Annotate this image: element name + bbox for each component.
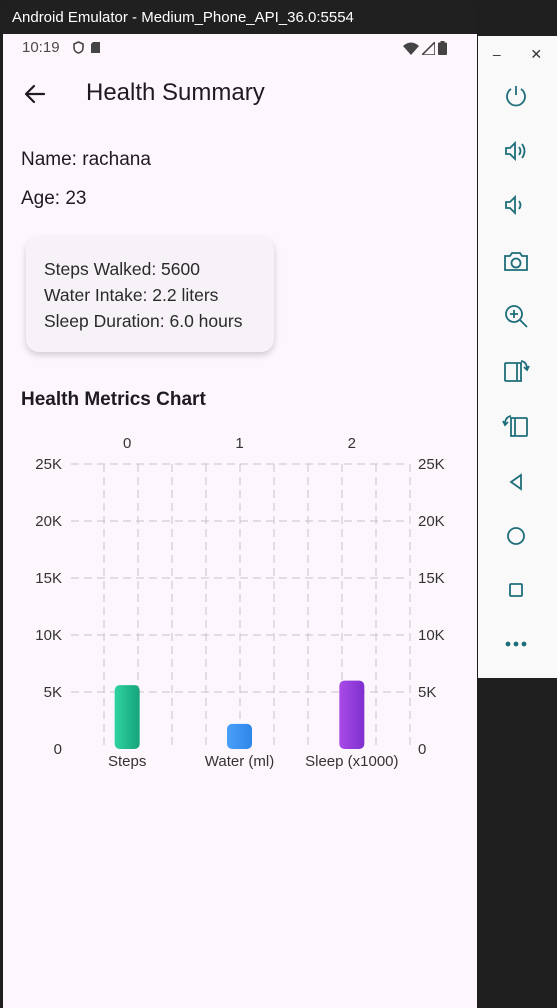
rotate-right-button[interactable]	[500, 410, 532, 442]
close-button[interactable]: ✕	[530, 46, 542, 63]
y-tick-label-left: 0	[54, 741, 62, 758]
window-title: Android Emulator - Medium_Phone_API_36.0…	[12, 8, 354, 26]
nav-overview-button[interactable]	[500, 574, 532, 606]
y-tick-label-left: 20K	[35, 513, 62, 530]
volume-up-icon	[505, 140, 526, 162]
power-button[interactable]	[500, 80, 532, 112]
emulator-sidebar: – ✕	[478, 36, 557, 678]
x-category-label: Steps	[108, 753, 146, 770]
volume-down-icon	[505, 194, 522, 216]
name-text: Name: rachana	[21, 149, 151, 170]
camera-button[interactable]	[500, 245, 532, 277]
rotate-left-icon	[504, 360, 530, 382]
x-category-label: Sleep (x1000)	[305, 753, 398, 770]
y-tick-label-left: 25K	[35, 456, 62, 473]
x-category-label: Water (ml)	[205, 753, 274, 770]
health-metrics-chart: 0 0 5K 5K 10K 10K 15K 15K 20K 20K 25K 25K 0 Steps 1 Wat…	[35, 435, 445, 770]
window-title-bar: Android Emulator - Medium_Phone_API_36.0…	[0, 0, 477, 34]
age-text: Age: 23	[21, 188, 87, 209]
home-icon	[507, 527, 525, 545]
bar	[114, 685, 140, 749]
more-icon	[505, 641, 527, 647]
chart-title: Health Metrics Chart	[21, 389, 206, 410]
top-axis-label: 1	[235, 435, 243, 452]
back-icon	[509, 473, 522, 491]
minimize-button[interactable]: –	[493, 46, 501, 62]
zoom-button[interactable]	[500, 300, 532, 332]
phone-screen: 10:19 Health Summary Name: rachana Age: …	[3, 34, 477, 1008]
y-tick-label-right: 20K	[418, 513, 445, 530]
rotate-right-icon	[502, 415, 528, 437]
page-title: Health Summary	[86, 79, 265, 106]
steps-text: Steps Walked: 5600	[44, 259, 200, 279]
bar	[227, 723, 252, 749]
status-bar: 10:19	[3, 34, 477, 62]
top-axis-label: 2	[348, 435, 356, 452]
y-tick-label-right: 25K	[418, 456, 445, 473]
y-tick-label-left: 5K	[44, 684, 62, 701]
y-tick-label-left: 15K	[35, 570, 62, 587]
shield-icon	[73, 41, 84, 54]
nav-back-button[interactable]	[500, 466, 532, 498]
summary-card: Steps Walked: 5600 Water Intake: 2.2 lit…	[26, 237, 274, 352]
battery-icon	[438, 41, 447, 55]
more-button[interactable]	[500, 628, 532, 660]
y-tick-label-right: 15K	[418, 570, 445, 587]
rotate-left-button[interactable]	[500, 355, 532, 387]
y-tick-label-left: 10K	[35, 627, 62, 644]
y-tick-label-right: 10K	[418, 627, 445, 644]
camera-icon	[504, 252, 528, 271]
nav-home-button[interactable]	[500, 520, 532, 552]
power-icon	[506, 86, 526, 107]
volume-down-button[interactable]	[500, 189, 532, 221]
y-tick-label-right: 0	[418, 741, 426, 758]
status-time: 10:19	[22, 39, 60, 56]
water-text: Water Intake: 2.2 liters	[44, 285, 219, 305]
overview-icon	[509, 583, 523, 597]
top-axis-label: 0	[123, 435, 131, 452]
zoom-in-icon	[505, 305, 528, 328]
app-bar: Health Summary	[3, 70, 477, 118]
y-tick-label-right: 5K	[418, 684, 436, 701]
sleep-text: Sleep Duration: 6.0 hours	[44, 311, 243, 331]
cell-signal-icon	[422, 41, 435, 55]
arrow-left-icon	[24, 84, 46, 104]
wifi-icon	[403, 42, 419, 55]
sd-card-icon	[91, 42, 100, 53]
volume-up-button[interactable]	[500, 135, 532, 167]
back-button[interactable]	[19, 78, 51, 110]
bar	[339, 680, 365, 749]
